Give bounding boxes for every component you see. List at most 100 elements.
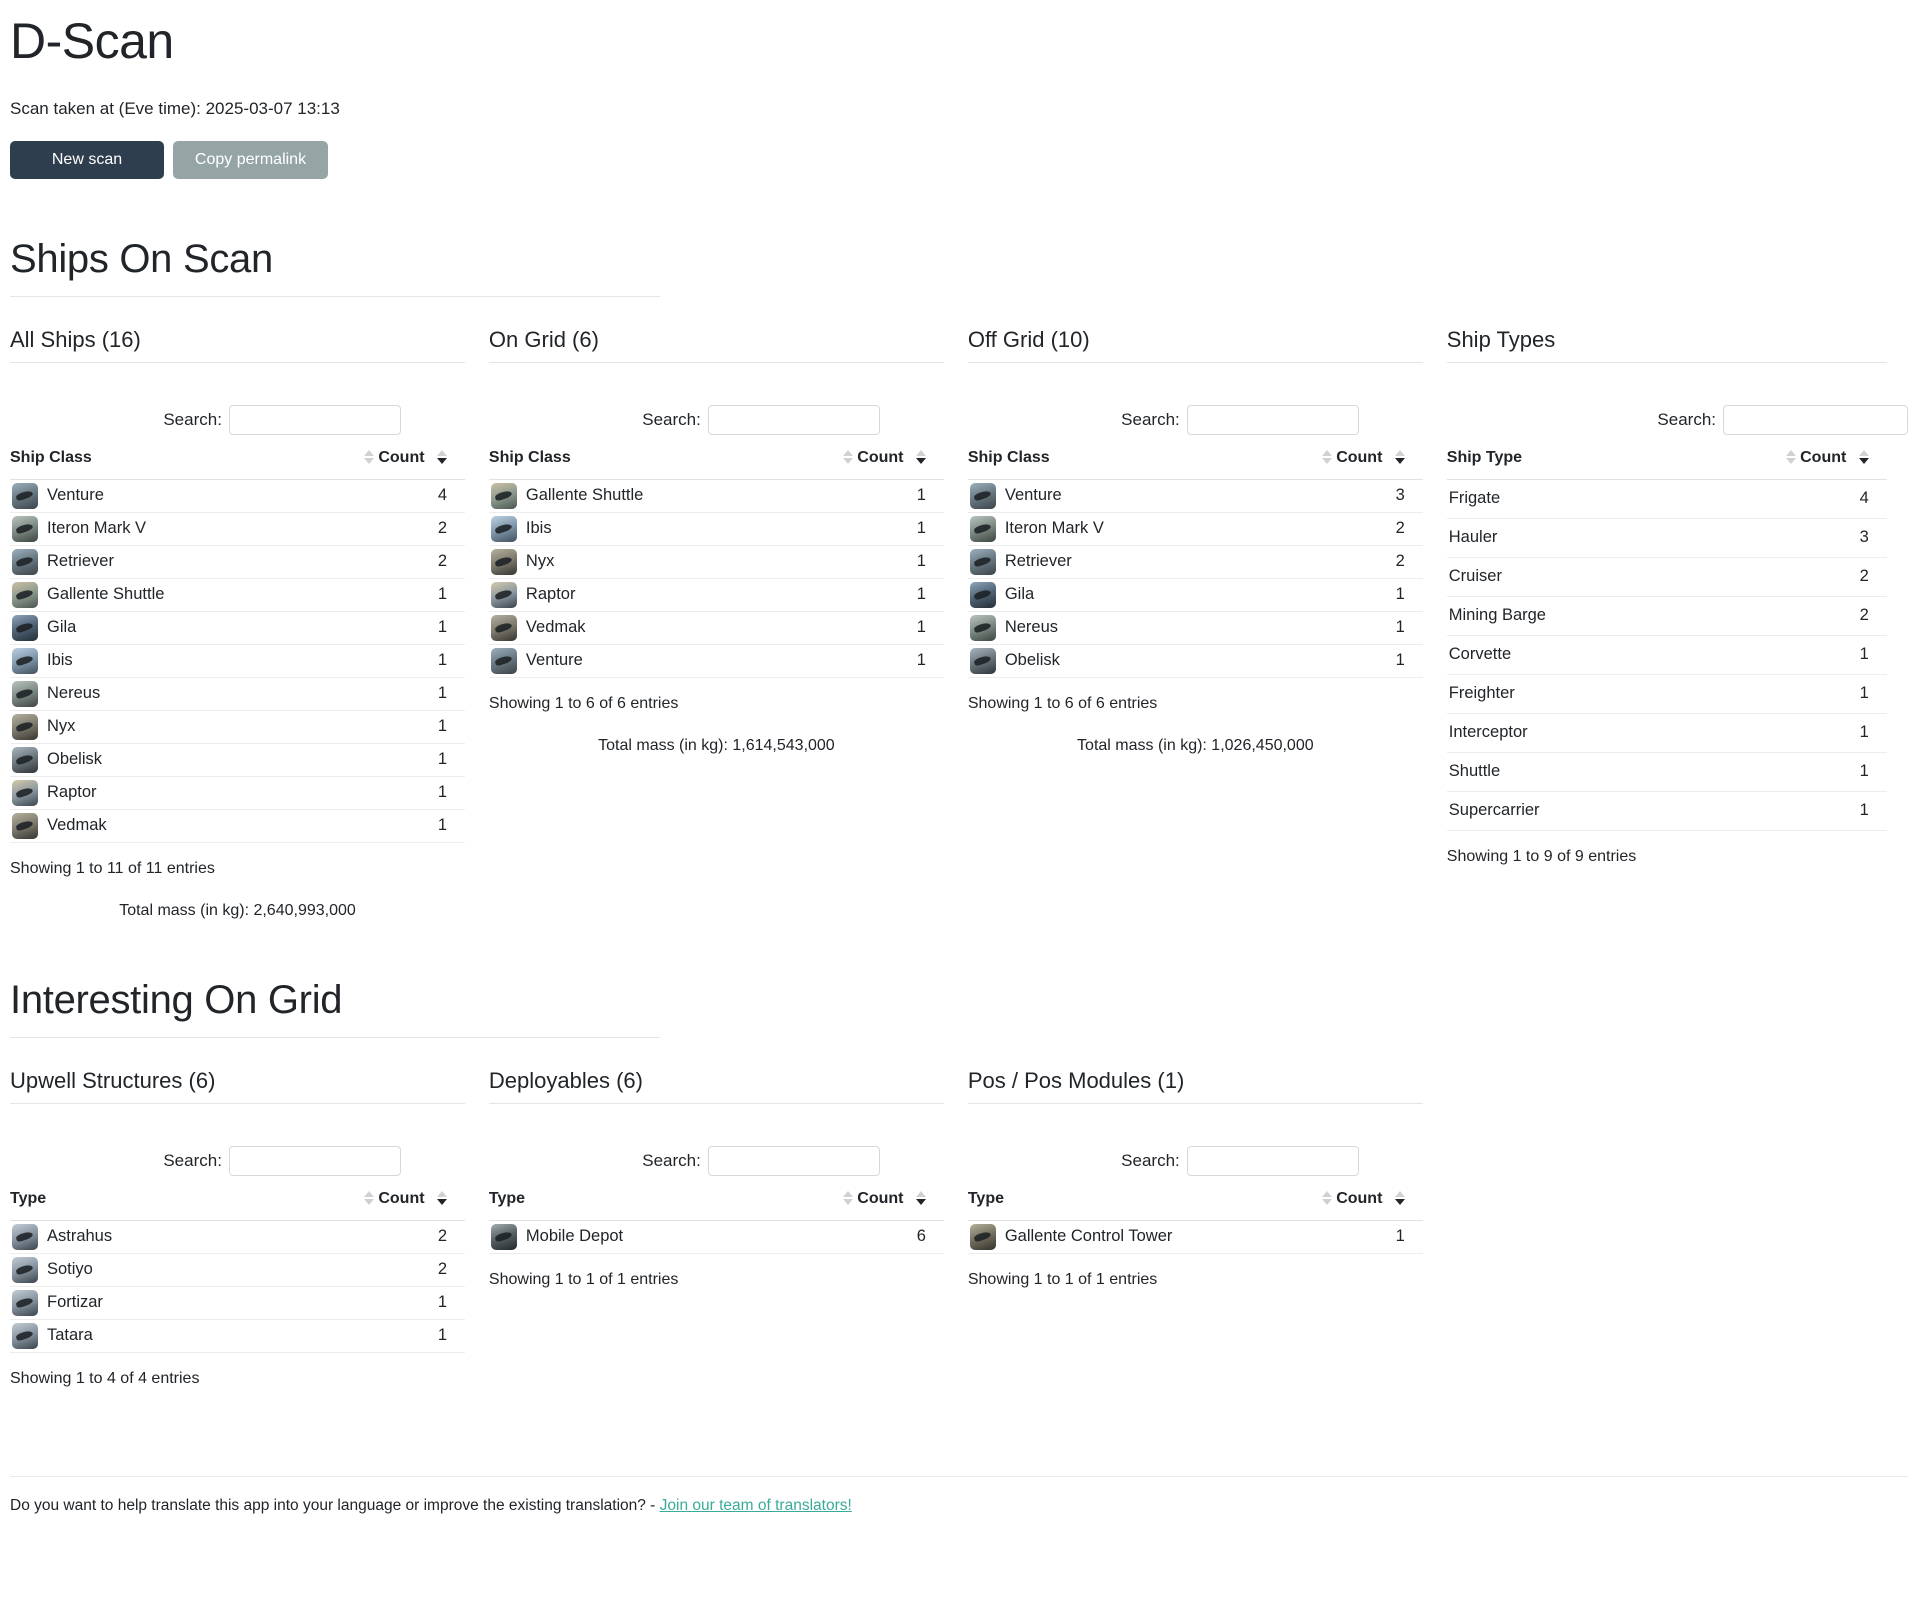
search-input-on-grid[interactable] bbox=[707, 404, 880, 435]
pos-thumbnail-icon bbox=[969, 1223, 996, 1250]
panel-title-pos-modules: Pos / Pos Modules (1) bbox=[967, 1067, 1185, 1093]
cell-ship-type: Interceptor bbox=[1446, 713, 1657, 753]
table-body-deployables: Mobile Depot 6 bbox=[488, 1220, 944, 1254]
search-label: Search: bbox=[1121, 1150, 1180, 1170]
cell-count: 1 bbox=[1220, 578, 1423, 612]
action-button-row: New scan Copy permalink bbox=[10, 141, 1908, 179]
footer-text-label: Do you want to help translate this app i… bbox=[10, 1496, 656, 1514]
table-row: Obelisk 1 bbox=[10, 743, 465, 777]
table-row: Astrahus 2 bbox=[10, 1220, 465, 1254]
panel-title-off-grid: Off Grid (10) bbox=[967, 326, 1090, 352]
showing-entries-pos-modules: Showing 1 to 1 of 1 entries bbox=[967, 1270, 1158, 1288]
table-deployables: Type Count Mobile Depot 6 bbox=[488, 1185, 944, 1254]
search-row-on-grid: Search: bbox=[489, 404, 968, 435]
column-header-ship-type[interactable]: Ship Type bbox=[1446, 444, 1657, 480]
interesting-on-grid-panels: Upwell Structures (6) Search: Type Count bbox=[10, 1068, 1908, 1388]
column-header-count[interactable]: Count bbox=[276, 444, 465, 480]
cell-ship-class: Raptor bbox=[488, 578, 756, 612]
table-body-ship-types: Frigate 4 Hauler 3 Cruiser 2 Mining Barg… bbox=[1446, 479, 1887, 831]
cell-count: 1 bbox=[276, 809, 465, 843]
sort-arrows-icon bbox=[842, 1191, 853, 1206]
cell-count: 1 bbox=[755, 479, 944, 513]
table-on-grid: Ship Class Count Gallente Shuttle 1 Ibis… bbox=[488, 444, 944, 678]
column-header-ship-class[interactable]: Ship Class bbox=[967, 444, 1221, 480]
cell-count: 1 bbox=[1656, 674, 1887, 714]
cell-count: 1 bbox=[1220, 611, 1423, 645]
ships-on-scan-panels: All Ships (16) Search: Ship Class Count bbox=[10, 326, 1909, 920]
search-input-off-grid[interactable] bbox=[1186, 404, 1359, 435]
panel-title-ship-types: Ship Types bbox=[1446, 326, 1556, 352]
ship-thumbnail-icon bbox=[12, 746, 38, 773]
search-label: Search: bbox=[163, 409, 222, 429]
column-header-count[interactable]: Count bbox=[1656, 444, 1887, 480]
new-scan-button[interactable]: New scan bbox=[10, 141, 164, 179]
showing-entries-all-ships: Showing 1 to 11 of 11 entries bbox=[10, 859, 215, 877]
panel-title-on-grid: On Grid (6) bbox=[488, 326, 599, 352]
structure-label: Astrahus bbox=[47, 1227, 113, 1246]
ship-thumbnail-icon bbox=[969, 614, 996, 641]
cell-ship-class: Raptor bbox=[10, 776, 277, 810]
column-header-type[interactable]: Type bbox=[10, 1185, 230, 1221]
search-input-deployables[interactable] bbox=[707, 1145, 880, 1176]
search-input-pos-modules[interactable] bbox=[1186, 1145, 1359, 1176]
table-header-row: Ship Class Count bbox=[10, 444, 465, 480]
search-input-all-ships[interactable] bbox=[228, 404, 401, 435]
translators-link[interactable]: Join our team of translators! bbox=[660, 1497, 852, 1514]
cell-ship-class: Ibis bbox=[488, 512, 756, 546]
column-header-ship-class[interactable]: Ship Class bbox=[488, 444, 756, 480]
table-row: Mining Barge 2 bbox=[1446, 596, 1887, 636]
ship-class-label: Nereus bbox=[1004, 618, 1059, 637]
copy-permalink-button[interactable]: Copy permalink bbox=[173, 141, 328, 179]
panel-divider bbox=[967, 361, 1423, 363]
cell-ship-class: Nyx bbox=[488, 545, 756, 579]
ship-thumbnail-icon bbox=[969, 482, 996, 509]
structure-label: Tatara bbox=[47, 1326, 93, 1345]
panel-divider bbox=[488, 1102, 944, 1104]
column-header-count[interactable]: Count bbox=[1220, 444, 1423, 480]
ship-class-label: Retriever bbox=[1004, 552, 1072, 571]
column-header-type[interactable]: Type bbox=[488, 1185, 740, 1221]
sort-descending-icon bbox=[437, 450, 447, 465]
ship-class-label: Raptor bbox=[525, 585, 576, 604]
ship-thumbnail-icon bbox=[12, 548, 38, 575]
cell-count: 1 bbox=[276, 677, 465, 711]
search-input-upwell-structures[interactable] bbox=[228, 1145, 401, 1176]
table-row: Gila 1 bbox=[967, 578, 1423, 612]
column-header-count[interactable]: Count bbox=[1264, 1185, 1423, 1221]
footer-divider bbox=[10, 1475, 1908, 1477]
ship-thumbnail-icon bbox=[490, 614, 517, 641]
table-header-row: Type Count bbox=[967, 1185, 1423, 1221]
ship-thumbnail-icon bbox=[490, 515, 517, 542]
column-header-count[interactable]: Count bbox=[229, 1185, 465, 1221]
column-label: Count bbox=[857, 448, 904, 466]
sort-descending-icon bbox=[1394, 450, 1405, 465]
cell-count: 1 bbox=[229, 1286, 465, 1320]
showing-entries-upwell-structures: Showing 1 to 4 of 4 entries bbox=[10, 1369, 200, 1387]
column-label: Count bbox=[378, 448, 425, 466]
sort-arrows-icon bbox=[363, 1191, 374, 1206]
cell-ship-type: Frigate bbox=[1446, 479, 1657, 519]
column-label: Ship Type bbox=[1446, 448, 1523, 466]
cell-ship-class: Vedmak bbox=[488, 611, 756, 645]
column-label: Type bbox=[10, 1189, 47, 1207]
ship-thumbnail-icon bbox=[969, 548, 996, 575]
panel-divider bbox=[488, 361, 944, 363]
cell-count: 1 bbox=[229, 1319, 465, 1353]
column-header-type[interactable]: Type bbox=[967, 1185, 1265, 1221]
cell-count: 2 bbox=[276, 545, 465, 579]
table-row: Raptor 1 bbox=[10, 776, 465, 810]
ship-class-label: Iteron Mark V bbox=[47, 519, 147, 538]
ship-thumbnail-icon bbox=[969, 647, 996, 674]
column-label: Ship Class bbox=[488, 448, 571, 466]
column-header-count[interactable]: Count bbox=[739, 1185, 944, 1221]
table-row: Supercarrier 1 bbox=[1446, 791, 1887, 831]
column-label: Count bbox=[857, 1189, 904, 1207]
showing-entries-on-grid: Showing 1 to 6 of 6 entries bbox=[488, 694, 679, 712]
search-input-ship-types[interactable] bbox=[1723, 404, 1909, 435]
ship-class-label: Raptor bbox=[47, 783, 97, 802]
column-header-ship-class[interactable]: Ship Class bbox=[10, 444, 277, 480]
cell-ship-class: Nereus bbox=[967, 611, 1221, 645]
column-label: Ship Class bbox=[967, 448, 1050, 466]
table-row: Nereus 1 bbox=[967, 611, 1423, 645]
column-header-count[interactable]: Count bbox=[755, 444, 944, 480]
